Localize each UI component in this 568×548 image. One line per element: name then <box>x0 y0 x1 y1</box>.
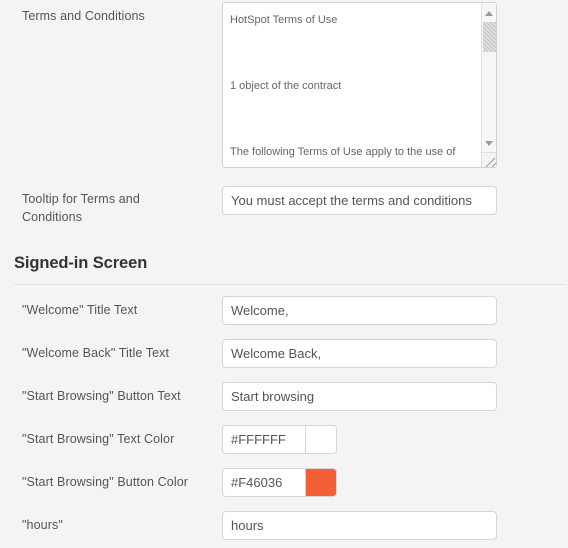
start-browsing-button-text-input[interactable]: Start browsing <box>222 382 497 411</box>
field-row-welcome-back-title-text: "Welcome Back" Title Text Welcome Back, <box>0 333 568 376</box>
start-browsing-button-color-label: "Start Browsing" Button Color <box>22 475 189 489</box>
section-divider <box>14 284 566 285</box>
start-browsing-button-color-input[interactable]: #F46036 <box>222 468 337 497</box>
hours-input[interactable]: hours <box>222 511 497 540</box>
hours-value: hours <box>231 518 264 533</box>
scroll-down-arrow-icon[interactable] <box>482 136 496 150</box>
start-browsing-text-color-value: #FFFFFF <box>231 432 286 447</box>
welcome-back-title-text-value: Welcome Back, <box>231 346 322 361</box>
field-row-start-browsing-button-color: "Start Browsing" Button Color #F46036 <box>0 462 568 505</box>
settings-form: Terms and Conditions HotSpot Terms of Us… <box>0 0 568 548</box>
scrollbar-thumb[interactable] <box>483 22 496 52</box>
start-browsing-text-color-input[interactable]: #FFFFFF <box>222 425 337 454</box>
section-signed-in-screen: Signed-in Screen <box>0 248 568 290</box>
start-browsing-text-color-label: "Start Browsing" Text Color <box>22 432 175 446</box>
field-row-hours: "hours" hours <box>0 505 568 548</box>
start-browsing-button-color-value: #F46036 <box>231 475 283 490</box>
tooltip-for-terms-value: You must accept the terms and conditions <box>231 193 472 208</box>
terms-and-conditions-label: Terms and Conditions <box>22 9 145 23</box>
textarea-scrollbar[interactable] <box>481 3 496 167</box>
textarea-resize-handle-icon[interactable] <box>481 152 496 167</box>
hours-label: "hours" <box>22 518 63 532</box>
start-browsing-button-text-label: "Start Browsing" Button Text <box>22 389 181 403</box>
welcome-title-text-label: "Welcome" Title Text <box>22 303 138 317</box>
field-row-start-browsing-button-text: "Start Browsing" Button Text Start brows… <box>0 376 568 419</box>
welcome-title-text-input[interactable]: Welcome, <box>222 296 497 325</box>
field-row-terms-and-conditions: Terms and Conditions HotSpot Terms of Us… <box>0 0 568 180</box>
terms-and-conditions-textarea[interactable]: HotSpot Terms of Use 1 object of the con… <box>222 2 497 168</box>
scroll-up-arrow-icon[interactable] <box>482 6 496 20</box>
start-browsing-text-color-swatch[interactable] <box>305 426 336 453</box>
tooltip-for-terms-input[interactable]: You must accept the terms and conditions <box>222 186 497 215</box>
field-row-welcome-title-text: "Welcome" Title Text Welcome, <box>0 290 568 333</box>
field-row-tooltip-for-terms: Tooltip for Terms and Conditions You mus… <box>0 180 568 248</box>
start-browsing-button-text-value: Start browsing <box>231 389 315 404</box>
terms-and-conditions-textarea-value: HotSpot Terms of Use 1 object of the con… <box>230 14 456 158</box>
welcome-title-text-value: Welcome, <box>231 303 289 318</box>
tooltip-for-terms-label: Tooltip for Terms and Conditions <box>22 192 140 224</box>
welcome-back-title-text-label: "Welcome Back" Title Text <box>22 346 170 360</box>
field-row-start-browsing-text-color: "Start Browsing" Text Color #FFFFFF <box>0 419 568 462</box>
section-title: Signed-in Screen <box>14 254 148 272</box>
start-browsing-button-color-swatch[interactable] <box>305 469 336 496</box>
welcome-back-title-text-input[interactable]: Welcome Back, <box>222 339 497 368</box>
